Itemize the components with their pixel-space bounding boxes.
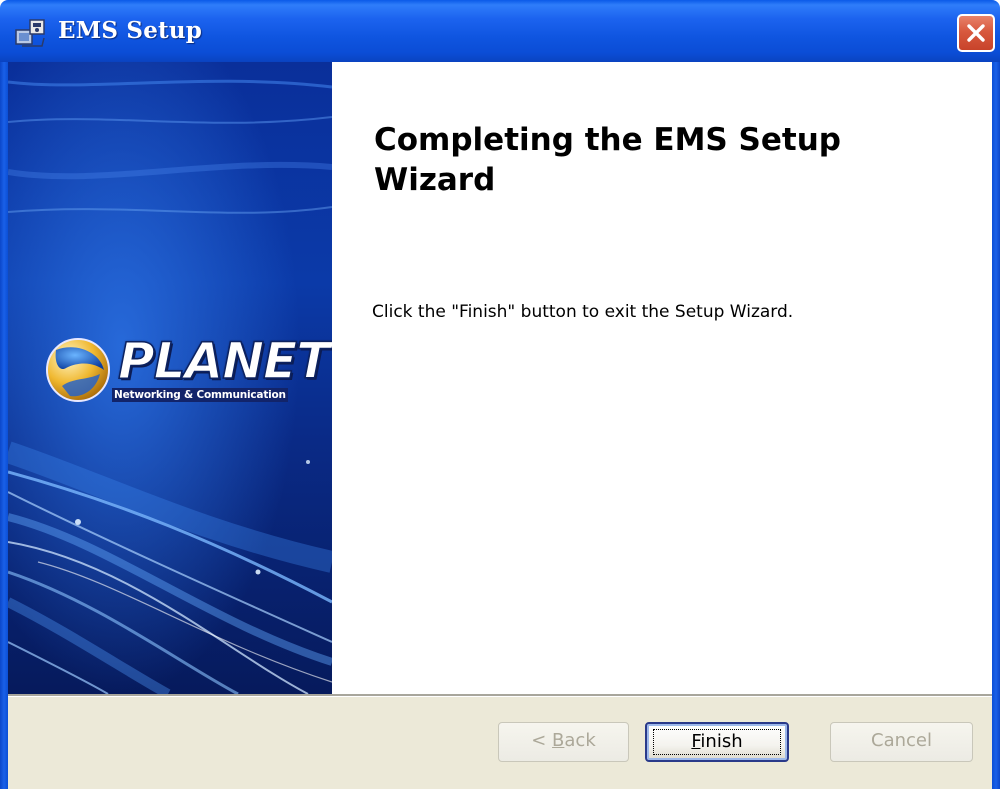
- window-frame-right: [992, 62, 1000, 789]
- close-button[interactable]: [957, 14, 995, 52]
- setup-window: EMS Setup PLANET Networking & Communicat…: [0, 0, 1000, 789]
- wizard-banner: PLANET Networking & Communication: [8, 62, 332, 694]
- finish-button-label: inish: [700, 731, 743, 752]
- installer-icon: [14, 16, 48, 48]
- page-title: Completing the EMS Setup Wizard: [374, 122, 841, 198]
- back-button-prefix: <: [531, 730, 553, 751]
- window-title: EMS Setup: [58, 17, 203, 44]
- completion-message: Click the "Finish" button to exit the Se…: [372, 302, 794, 322]
- planet-globe-icon: [46, 338, 110, 402]
- cancel-button[interactable]: Cancel: [830, 722, 973, 762]
- window-frame-left: [0, 62, 8, 789]
- title-bar[interactable]: EMS Setup: [0, 0, 1000, 62]
- back-button-label: ack: [564, 730, 596, 751]
- planet-logo-text: PLANET: [117, 331, 331, 391]
- back-button-mnemonic: B: [552, 730, 565, 751]
- planet-logo: PLANET Networking & Communication: [42, 330, 331, 410]
- close-icon: [967, 24, 985, 42]
- finish-button[interactable]: Finish: [645, 722, 789, 762]
- back-button[interactable]: < Back: [498, 722, 629, 762]
- wizard-content: Completing the EMS Setup Wizard Click th…: [332, 62, 992, 694]
- planet-logo-tagline: Networking & Communication: [112, 388, 288, 402]
